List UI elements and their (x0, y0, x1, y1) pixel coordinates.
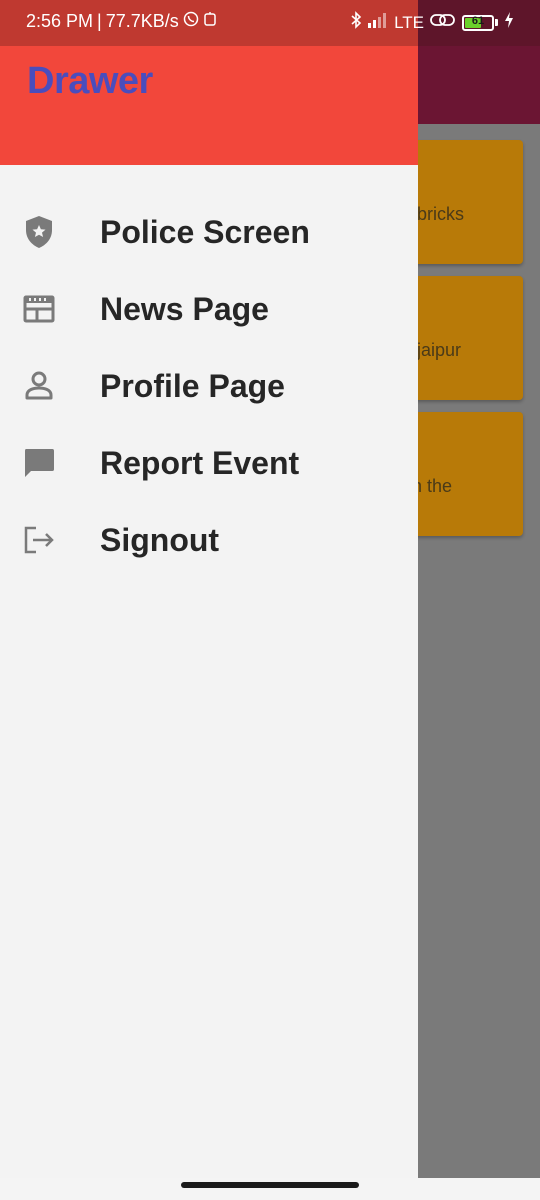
status-left: 2:56 PM | 77.7KB/s (26, 11, 217, 32)
charging-icon (504, 12, 514, 33)
notification-icon (203, 11, 217, 32)
network-type: LTE (394, 12, 424, 32)
news-icon (22, 292, 56, 326)
person-icon (22, 369, 56, 403)
background-card: g bricks (412, 140, 523, 264)
menu-item-label: Profile Page (100, 368, 285, 404)
status-bar: 2:56 PM | 77.7KB/s LTE 61 (0, 0, 540, 46)
menu-item-report-event[interactable]: Report Event (0, 426, 418, 498)
menu-item-police-screen[interactable]: Police Screen (0, 195, 418, 267)
bluetooth-icon (350, 11, 362, 34)
police-shield-icon (22, 215, 56, 249)
drawer-title: Drawer (27, 60, 153, 102)
clock: 2:56 PM (26, 11, 94, 31)
signal-icon (368, 12, 388, 33)
battery-level: 61 (471, 14, 485, 27)
chat-bubble-icon (22, 446, 56, 480)
menu-item-label: News Page (100, 291, 269, 327)
menu-item-profile-page[interactable]: Profile Page (0, 349, 418, 421)
network-speed: 77.7KB/s (105, 11, 179, 31)
background-card-text: g bricks (412, 204, 465, 224)
background-card: e jaipur (412, 276, 523, 400)
menu-item-label: Police Screen (100, 214, 310, 250)
background-card: on the (412, 412, 523, 536)
status-right: LTE 61 (350, 11, 514, 34)
menu-item-news-page[interactable]: News Page (0, 272, 418, 344)
menu-item-signout[interactable]: Signout (0, 503, 418, 575)
status-separator: | (97, 11, 102, 31)
background-card-text: on the (412, 476, 453, 496)
battery-nub (495, 19, 498, 26)
menu-item-label: Report Event (100, 445, 300, 481)
battery-body: 61 (462, 14, 494, 31)
home-indicator[interactable] (181, 1182, 359, 1188)
whatsapp-icon (183, 11, 199, 32)
background-card-text: e jaipur (412, 340, 462, 360)
navigation-drawer: Drawer Police Screen News Page Profile P… (0, 0, 418, 1178)
logout-icon (22, 523, 56, 557)
battery-icon: 61 (462, 14, 498, 31)
menu-item-label: Signout (100, 522, 220, 558)
link-icon (430, 12, 456, 33)
